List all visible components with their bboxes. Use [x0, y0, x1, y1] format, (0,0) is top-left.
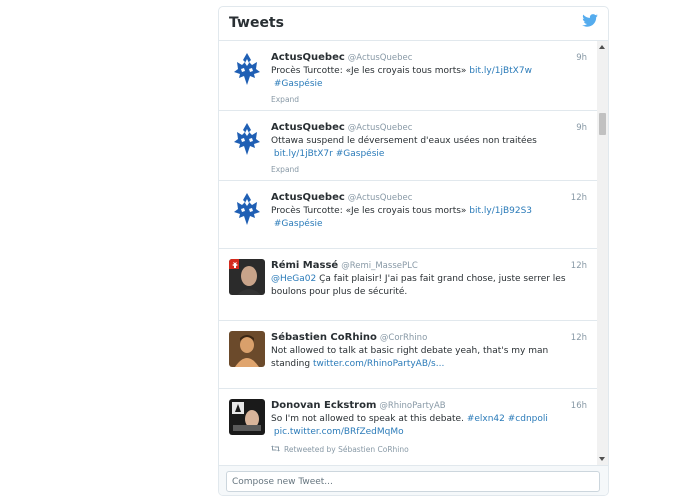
tweet[interactable]: ActusQuebec @ActusQuebec 9h Ottawa suspen…	[219, 111, 597, 181]
tweet[interactable]: Donovan Eckstrom @RhinoPartyAB 16h So I'm…	[219, 389, 597, 465]
person-photo-icon	[229, 331, 265, 367]
mention-link[interactable]: @HeGa02	[271, 274, 316, 284]
avatar-actusquebec[interactable]	[229, 51, 265, 87]
tweet-handle[interactable]: @Remi_MassePLC	[341, 261, 418, 271]
retweet-icon	[271, 445, 280, 454]
tweet-text: Not allowed to talk at basic right debat…	[271, 346, 549, 369]
tweet-handle[interactable]: @ActusQuebec	[348, 123, 413, 133]
tweet-handle[interactable]: @ActusQuebec	[348, 53, 413, 63]
expand-link[interactable]: Expand	[271, 95, 299, 104]
tweet-text: Ottawa suspend le déversement d'eaux usé…	[271, 136, 537, 159]
tweet-text: So I'm not allowed to speak at this deba…	[271, 414, 548, 437]
hashtag-link[interactable]: #Gaspésie	[274, 219, 323, 229]
tweet-text: Procès Turcotte: «Je les croyais tous mo…	[271, 206, 533, 229]
scrollbar[interactable]	[597, 41, 608, 465]
tweet-author[interactable]: ActusQuebec @ActusQuebec	[271, 192, 412, 203]
tweet-stream[interactable]: ActusQuebec @ActusQuebec 9h Procès Turcot…	[219, 41, 597, 465]
avatar-actusquebec[interactable]	[229, 121, 265, 157]
retweeted-by[interactable]: Retweeted by Sébastien CoRhino	[271, 445, 409, 454]
hashtag-link[interactable]: #cdnpoli	[508, 414, 548, 424]
tweet-handle[interactable]: @RhinoPartyAB	[379, 401, 445, 411]
scroll-up-icon[interactable]	[599, 45, 605, 49]
tweet-author[interactable]: Rémi Massé @Remi_MassePLC	[271, 260, 418, 271]
tweet-handle[interactable]: @CorRhino	[380, 333, 427, 343]
compose-tweet-input[interactable]	[226, 471, 600, 492]
tweet-link[interactable]: twitter.com/RhinoPartyAB/s...	[313, 359, 444, 369]
tweet-time[interactable]: 12h	[571, 333, 587, 343]
person-photo-icon	[229, 259, 265, 295]
expand-link[interactable]: Expand	[271, 165, 299, 174]
tweet-time[interactable]: 12h	[571, 193, 587, 203]
tweet-link[interactable]: bit.ly/1jB92S3	[469, 206, 532, 216]
twitter-bird-icon[interactable]	[582, 14, 598, 27]
widget-header: Tweets	[219, 7, 608, 41]
scroll-thumb[interactable]	[599, 113, 606, 135]
tweet-link[interactable]: bit.ly/1jBtX7w	[469, 66, 532, 76]
tweet-time[interactable]: 9h	[576, 53, 587, 63]
tweet-text: Procès Turcotte: «Je les croyais tous mo…	[271, 66, 532, 89]
compose-bar	[219, 465, 608, 495]
quebec-fleur-icon	[229, 191, 265, 227]
tweet-handle[interactable]: @ActusQuebec	[348, 193, 413, 203]
tweet[interactable]: Sébastien CoRhino @CorRhino 12h Not allow…	[219, 321, 597, 389]
avatar-remi-masse[interactable]	[229, 259, 265, 295]
tweet-link[interactable]: bit.ly/1jBtX7r	[274, 149, 333, 159]
tweets-widget: Tweets ActusQuebec @ActusQuebec 9h Procès…	[218, 6, 609, 496]
quebec-fleur-icon	[229, 51, 265, 87]
tweet[interactable]: ActusQuebec @ActusQuebec 9h Procès Turcot…	[219, 41, 597, 111]
person-photo-icon	[229, 399, 265, 435]
tweet-author[interactable]: ActusQuebec @ActusQuebec	[271, 52, 412, 63]
avatar-sebastien-corhino[interactable]	[229, 331, 265, 367]
tweet[interactable]: ActusQuebec @ActusQuebec 12h Procès Turco…	[219, 181, 597, 249]
tweet-time[interactable]: 16h	[571, 401, 587, 411]
pic-link[interactable]: pic.twitter.com/BRfZedMqMo	[274, 427, 404, 437]
avatar-actusquebec[interactable]	[229, 191, 265, 227]
tweet[interactable]: Rémi Massé @Remi_MassePLC 12h @HeGa02 Ça …	[219, 249, 597, 321]
hashtag-link[interactable]: #elxn42	[467, 414, 505, 424]
tweet-time[interactable]: 9h	[576, 123, 587, 133]
tweet-author[interactable]: ActusQuebec @ActusQuebec	[271, 122, 412, 133]
widget-title: Tweets	[229, 15, 284, 31]
quebec-fleur-icon	[229, 121, 265, 157]
tweet-author[interactable]: Sébastien CoRhino @CorRhino	[271, 332, 427, 343]
hashtag-link[interactable]: #Gaspésie	[336, 149, 385, 159]
scroll-down-icon[interactable]	[599, 457, 605, 461]
tweet-time[interactable]: 12h	[571, 261, 587, 271]
hashtag-link[interactable]: #Gaspésie	[274, 79, 323, 89]
avatar-donovan-eckstrom[interactable]	[229, 399, 265, 435]
tweet-text: @HeGa02 Ça fait plaisir! J'ai pas fait g…	[271, 274, 566, 297]
tweet-author[interactable]: Donovan Eckstrom @RhinoPartyAB	[271, 400, 446, 411]
